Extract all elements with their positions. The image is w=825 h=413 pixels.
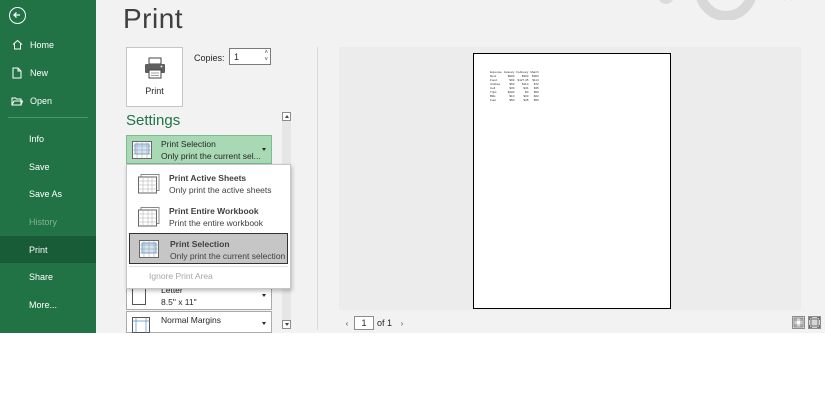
- menu-item-print-selection[interactable]: Print Selection Only print the current s…: [129, 233, 288, 264]
- chevron-down-icon: [262, 294, 266, 297]
- page-count-label: of 1: [377, 318, 393, 328]
- sidebar-item-label: Home: [30, 39, 55, 50]
- print-what-title: Print Selection: [161, 139, 216, 149]
- preview-page: Expense January February March Rent $900 $900 $…: [473, 53, 671, 309]
- menu-item-subtitle: Print the entire workbook: [169, 218, 264, 228]
- chevron-down-icon: [262, 322, 266, 325]
- sidebar-item-label: Save As: [29, 188, 63, 199]
- scroll-up-button[interactable]: [282, 112, 291, 121]
- copies-value: 1: [234, 52, 240, 62]
- sidebar-item-label: Info: [29, 133, 45, 144]
- menu-item-subtitle: Only print the current selection: [170, 251, 286, 261]
- sidebar-item-history: History: [0, 208, 96, 235]
- sidebar-item-share[interactable]: Share: [0, 263, 96, 290]
- preview-sheet-table: Expense January February March Rent $900 $900 $…: [490, 70, 541, 102]
- next-page-icon[interactable]: ›: [396, 319, 408, 328]
- sheet-row: Fuel $50 $48 $50: [490, 98, 541, 102]
- print-button[interactable]: Print: [126, 47, 183, 107]
- scroll-down-button[interactable]: [282, 320, 291, 329]
- backstage-sidebar: Home New Open Info Save Save As History: [0, 0, 96, 333]
- print-what-subtitle: Only print the current sel...: [161, 151, 261, 161]
- show-margins-icon[interactable]: [792, 316, 805, 329]
- sidebar-item-more[interactable]: More...: [0, 291, 96, 318]
- print-what-menu: Print Active Sheets Only print the activ…: [126, 164, 291, 289]
- active-sheets-icon: [138, 174, 160, 194]
- margins-title: Normal Margins: [161, 315, 221, 325]
- menu-item-print-active-sheets[interactable]: Print Active Sheets Only print the activ…: [129, 168, 288, 199]
- sheet-cell: Fuel: [490, 98, 496, 102]
- print-pane: Print Print Copies: 1 ˄ ˅ Settings Print…: [96, 0, 825, 333]
- preview-view-controls: [792, 316, 821, 329]
- workbook-icon: [138, 207, 160, 227]
- margins-icon: [132, 317, 150, 333]
- excel-backstage: Home New Open Info Save Save As History: [0, 0, 825, 333]
- print-selection-icon: [132, 141, 152, 159]
- sidebar-item-info[interactable]: Info: [0, 125, 96, 152]
- settings-heading: Settings: [126, 112, 181, 129]
- current-page-input[interactable]: 1: [354, 316, 374, 330]
- print-button-label: Print: [145, 86, 164, 96]
- chevron-down-icon[interactable]: ˅: [264, 57, 268, 63]
- page-navigator: ‹ 1 of 1 ›: [341, 316, 408, 330]
- sidebar-item-label: Share: [29, 271, 54, 282]
- folder-icon: [0, 96, 30, 106]
- sidebar-item-home[interactable]: Home: [0, 31, 96, 58]
- print-what-dropdown[interactable]: Print Selection Only print the current s…: [126, 135, 272, 164]
- chevron-up-icon[interactable]: ˄: [264, 50, 268, 56]
- menu-item-subtitle: Only print the active sheets: [169, 185, 272, 195]
- sidebar-item-label: More...: [29, 299, 58, 310]
- margins-dropdown[interactable]: Normal Margins: [126, 311, 272, 333]
- printer-icon: [145, 57, 165, 79]
- menu-item-title: Print Entire Workbook: [169, 206, 259, 216]
- sidebar-item-label: Print: [29, 244, 48, 255]
- new-document-icon: [0, 67, 30, 79]
- previous-page-icon[interactable]: ‹: [341, 319, 353, 328]
- sidebar-item-print[interactable]: Print: [0, 236, 96, 263]
- sheet-cell: $48: [523, 98, 529, 102]
- print-preview-area: Expense January February March Rent $900 $900 $…: [339, 47, 801, 310]
- sheet-cell: $50: [533, 98, 539, 102]
- copies-label: Copies:: [194, 53, 225, 63]
- back-arrow-icon[interactable]: [9, 7, 26, 24]
- sidebar-item-label: History: [29, 216, 58, 227]
- menu-item-ignore-print-area: Ignore Print Area: [149, 271, 213, 281]
- menu-item-title: Print Active Sheets: [169, 173, 247, 183]
- sidebar-item-label: New: [30, 67, 49, 78]
- sidebar-item-new[interactable]: New: [0, 59, 96, 86]
- copies-stepper[interactable]: 1 ˄ ˅: [229, 48, 271, 65]
- sidebar-item-open[interactable]: Open: [0, 87, 96, 114]
- sidebar-item-save[interactable]: Save: [0, 153, 96, 180]
- sidebar-divider: [8, 117, 88, 118]
- sidebar-item-label: Save: [29, 161, 50, 172]
- menu-separator: [129, 266, 288, 267]
- print-selection-icon: [139, 240, 159, 258]
- chevron-down-icon: [262, 148, 266, 151]
- menu-item-title: Print Selection: [170, 239, 230, 249]
- pane-divider: [317, 47, 318, 330]
- page-title: Print: [123, 3, 184, 34]
- sidebar-item-label: Open: [30, 95, 53, 106]
- sidebar-item-save-as[interactable]: Save As: [0, 180, 96, 207]
- sheet-cell: $50: [509, 98, 515, 102]
- home-icon: [0, 39, 30, 50]
- zoom-to-page-icon[interactable]: [808, 316, 821, 329]
- paper-icon: [132, 287, 146, 305]
- decorative-background-art: [659, 0, 792, 20]
- menu-item-print-entire-workbook[interactable]: Print Entire Workbook Print the entire w…: [129, 201, 288, 232]
- paper-size-subtitle: 8.5" x 11": [161, 297, 197, 307]
